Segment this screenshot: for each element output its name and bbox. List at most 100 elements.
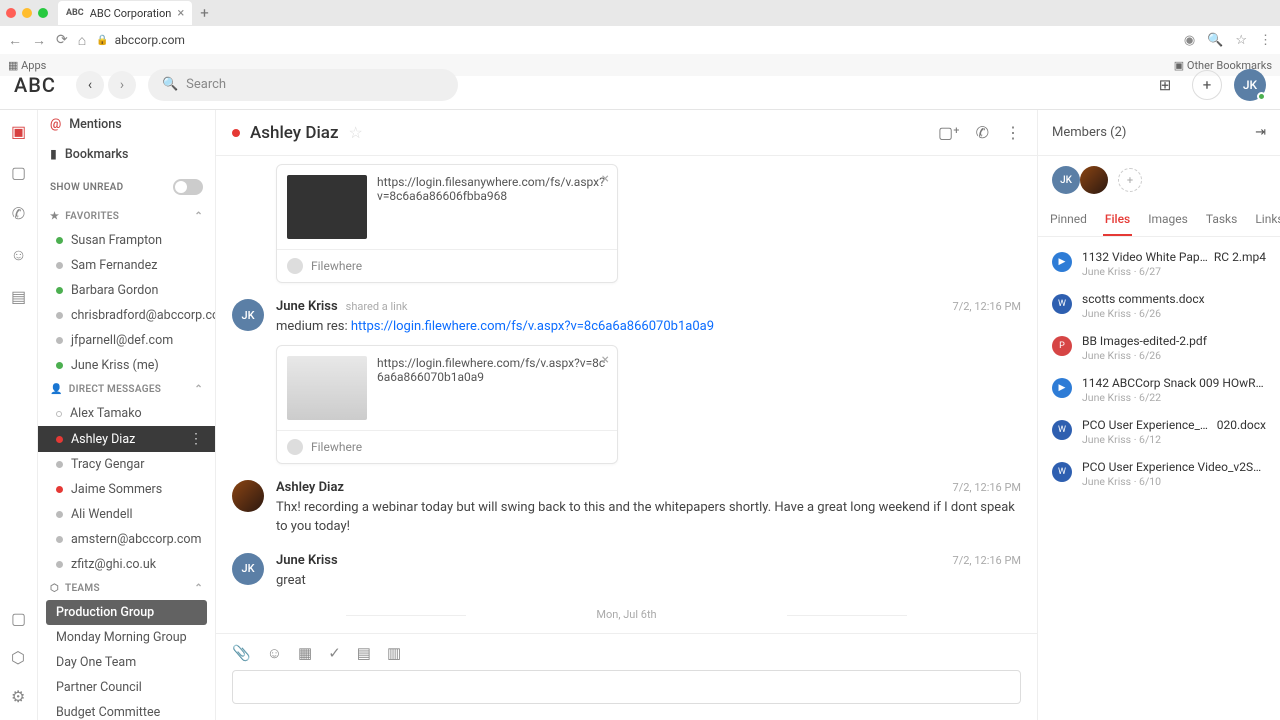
message-row: JK June Kriss 7/2, 12:16 PM great [216,545,1037,599]
item-menu-icon[interactable]: ⋮ [189,431,203,447]
message-avatar[interactable] [232,480,264,512]
app-logo[interactable]: ABC [14,73,56,97]
apps-grid-icon[interactable]: ⊞ [1150,70,1180,100]
link-preview-card[interactable]: https://login.filewhere.com/fs/v.aspx?v=… [276,345,618,464]
zoom-icon[interactable]: 🔍 [1207,33,1223,48]
favorite-item[interactable]: June Kriss (me) [38,353,215,378]
rail-messages-icon[interactable]: ▣ [11,122,26,141]
dm-item[interactable]: Alex Tamako [38,401,215,426]
favorite-item[interactable]: Sam Fernandez [38,253,215,278]
bookmarks-label: Bookmarks [65,147,129,162]
message-list[interactable]: https://login.filesanywhere.com/fs/v.asp… [216,156,1037,633]
favorite-item[interactable]: Susan Frampton [38,228,215,253]
new-tab-button[interactable]: + [200,4,209,22]
browser-menu-icon[interactable]: ⋮ [1259,33,1272,48]
conversation-menu-icon[interactable]: ⋮ [1005,123,1021,142]
show-unread-toggle[interactable] [173,179,203,195]
mentions-nav[interactable]: @ Mentions [38,110,215,139]
favorite-item[interactable]: jfparnell@def.com [38,328,215,353]
message-avatar[interactable]: JK [232,553,264,585]
team-item[interactable]: Budget Committee [38,700,215,720]
detail-tab-images[interactable]: Images [1146,204,1190,236]
bookmark-star-icon[interactable]: ☆ [1235,33,1247,48]
note-icon[interactable]: ▥ [387,644,401,662]
new-action-button[interactable]: + [1192,70,1222,100]
emoji-picker-icon[interactable]: ☺ [267,644,282,662]
dm-item[interactable]: Ali Wendell [38,502,215,527]
dismiss-preview-icon[interactable]: × [602,352,609,368]
message-input[interactable] [232,670,1021,704]
detail-tab-pinned[interactable]: Pinned [1048,204,1089,236]
collapse-panel-icon[interactable]: ⇥ [1255,125,1266,140]
teams-section-header[interactable]: ⬡TEAMS ⌃ [38,577,215,600]
link-source: Filewhere [311,259,362,273]
lock-icon: 🔒 [96,35,108,46]
browser-reload-icon[interactable]: ⟳ [56,32,68,48]
rail-settings-icon[interactable]: ⚙ [11,687,26,706]
detail-tab-files[interactable]: Files [1103,204,1132,236]
dismiss-preview-icon[interactable]: × [602,171,609,187]
favorite-item[interactable]: Barbara Gordon [38,278,215,303]
window-maximize[interactable] [38,8,48,18]
team-item[interactable]: Partner Council [38,675,215,700]
tab-close-icon[interactable]: × [177,6,184,21]
file-item[interactable]: W PCO User Experience_VO-redo… 020.docx … [1038,411,1280,453]
dm-item[interactable]: amstern@abccorp.com [38,527,215,552]
favorite-item[interactable]: chrisbradford@abccorp.com [38,303,215,328]
file-item[interactable]: P BB Images-edited-2.pdf June Kriss · 6/… [1038,327,1280,369]
dm-section-header[interactable]: 👤DIRECT MESSAGES ⌃ [38,378,215,401]
extension-icon[interactable]: ◉ [1184,33,1195,48]
member-avatar[interactable] [1080,166,1108,194]
window-close[interactable] [6,8,16,18]
task-icon[interactable]: ✓ [328,644,341,662]
window-controls[interactable] [6,8,48,18]
browser-back-icon[interactable]: ← [8,32,22,49]
dm-item[interactable]: zfitz@ghi.co.uk [38,552,215,577]
url-field[interactable]: 🔒 abccorp.com [96,33,1174,47]
detail-tab-tasks[interactable]: Tasks [1204,204,1240,236]
file-item[interactable]: W scotts comments.docx June Kriss · 6/26 [1038,285,1280,327]
bookmark-icon: ▮ [50,146,57,162]
rail-tasks-icon[interactable]: ▢ [11,609,26,628]
team-item[interactable]: Production Group [46,600,207,625]
attach-file-icon[interactable]: 📎 [232,644,251,662]
gif-icon[interactable]: ▦ [298,644,312,662]
browser-forward-icon[interactable]: → [32,32,46,49]
file-item[interactable]: ▶ 1142 ABCCorp Snack 009 HOwRC1.mp4 June… [1038,369,1280,411]
rail-calendar-icon[interactable]: ▤ [11,287,26,306]
team-item[interactable]: Monday Morning Group [38,625,215,650]
add-member-button[interactable]: + [1118,168,1142,192]
file-item[interactable]: ▶ 1132 Video White Paper 001 … RC 2.mp4 … [1038,243,1280,285]
rail-video-icon[interactable]: ▢ [11,163,26,182]
search-input[interactable]: 🔍 Search [148,69,458,101]
window-minimize[interactable] [22,8,32,18]
member-avatar[interactable]: JK [1052,166,1080,194]
event-icon[interactable]: ▤ [357,644,371,662]
user-avatar[interactable]: JK [1234,69,1266,101]
rail-apps-icon[interactable]: ⬡ [11,648,26,667]
apps-shortcut[interactable]: ▦ Apps [8,59,46,72]
date-divider: Mon, Jul 6th [216,598,1037,631]
favorites-section-header[interactable]: ★FAVORITES ⌃ [38,205,215,228]
dm-item[interactable]: Tracy Gengar [38,452,215,477]
dm-item[interactable]: Ashley Diaz ⋮ [38,426,215,452]
team-item[interactable]: Day One Team [38,650,215,675]
dm-item[interactable]: Jaime Sommers [38,477,215,502]
bookmarks-nav[interactable]: ▮ Bookmarks [38,139,215,169]
favorite-toggle-icon[interactable]: ☆ [349,123,363,142]
message-avatar[interactable]: JK [232,299,264,331]
message-link[interactable]: https://login.filewhere.com/fs/v.aspx?v=… [351,319,714,334]
file-name: PCO User Experience_VO-redo… [1082,418,1211,432]
rail-contacts-icon[interactable]: ☺ [10,245,26,265]
browser-home-icon[interactable]: ⌂ [78,32,86,49]
audio-call-icon[interactable]: ✆ [976,123,989,142]
file-item[interactable]: W PCO User Experience Video_v2SB.docx Ju… [1038,453,1280,495]
rail-phone-icon[interactable]: ✆ [12,204,25,223]
browser-tab[interactable]: ABC ABC Corporation × [58,1,192,25]
nav-back-button[interactable]: ‹ [76,71,104,99]
video-call-icon[interactable]: ▢⁺ [938,123,960,142]
link-preview-card[interactable]: https://login.filesanywhere.com/fs/v.asp… [276,164,618,283]
nav-forward-button[interactable]: › [108,71,136,99]
detail-tab-links[interactable]: Links [1253,204,1280,236]
presence-indicator [1257,92,1266,101]
